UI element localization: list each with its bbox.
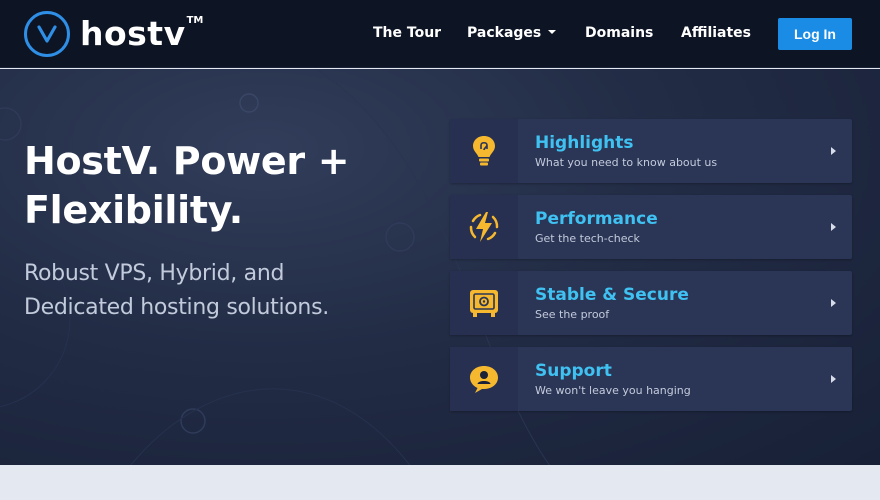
feature-body: Performance Get the tech-check bbox=[518, 195, 852, 259]
feature-description: We won't leave you hanging bbox=[535, 384, 691, 397]
caret-down-icon bbox=[548, 30, 557, 34]
hero-subtitle: Robust VPS, Hybrid, and Dedicated hostin… bbox=[24, 261, 329, 320]
chevron-right-icon bbox=[831, 299, 836, 307]
feature-title: Stable & Secure bbox=[535, 285, 689, 305]
feature-icon-box bbox=[450, 347, 518, 411]
feature-description: See the proof bbox=[535, 308, 610, 321]
feature-description: What you need to know about us bbox=[535, 156, 718, 169]
top-navbar: hostv TM The Tour Packages Domains Affil… bbox=[0, 0, 880, 68]
nav-link-packages[interactable]: Packages bbox=[467, 25, 557, 41]
feature-title: Support bbox=[535, 361, 612, 381]
nav-link-label: Packages bbox=[467, 25, 542, 41]
nav-link-the-tour[interactable]: The Tour bbox=[373, 25, 441, 41]
nav-link-label: The Tour bbox=[373, 25, 442, 41]
chevron-right-icon bbox=[831, 147, 836, 155]
nav-link-affiliates[interactable]: Affiliates bbox=[681, 25, 751, 41]
feature-body: Highlights What you need to know about u… bbox=[518, 119, 852, 183]
lightbulb-icon bbox=[473, 136, 495, 166]
feature-body: Stable & Secure See the proof bbox=[518, 271, 852, 335]
feature-description: Get the tech-check bbox=[535, 232, 640, 245]
safe-vault-icon bbox=[470, 290, 498, 317]
feature-icon-box bbox=[450, 195, 518, 259]
feature-card-performance[interactable]: Performance Get the tech-check bbox=[450, 195, 852, 259]
chevron-right-icon bbox=[831, 375, 836, 383]
main-nav: The Tour Packages Domains Affiliates bbox=[0, 0, 880, 68]
feature-card-support[interactable]: Support We won't leave you hanging bbox=[450, 347, 852, 411]
feature-title: Highlights bbox=[535, 133, 634, 153]
chat-bubble-user-icon bbox=[470, 366, 498, 393]
feature-icon-box bbox=[450, 271, 518, 335]
feature-card-stable-secure[interactable]: Stable & Secure See the proof bbox=[450, 271, 852, 335]
nav-link-label: Affiliates bbox=[681, 25, 752, 41]
login-button[interactable]: Log In bbox=[778, 18, 852, 50]
nav-link-label: Domains bbox=[585, 25, 654, 41]
chevron-right-icon bbox=[831, 223, 836, 231]
feature-icon-box bbox=[450, 119, 518, 183]
feature-body: Support We won't leave you hanging bbox=[518, 347, 852, 411]
lightning-bolt-icon bbox=[469, 212, 499, 242]
hero-title: HostV. Power + Flexibility. bbox=[24, 139, 350, 232]
feature-card-highlights[interactable]: Highlights What you need to know about u… bbox=[450, 119, 852, 183]
feature-title: Performance bbox=[535, 209, 658, 229]
page-content-area bbox=[0, 465, 880, 500]
nav-link-domains[interactable]: Domains bbox=[585, 25, 653, 41]
